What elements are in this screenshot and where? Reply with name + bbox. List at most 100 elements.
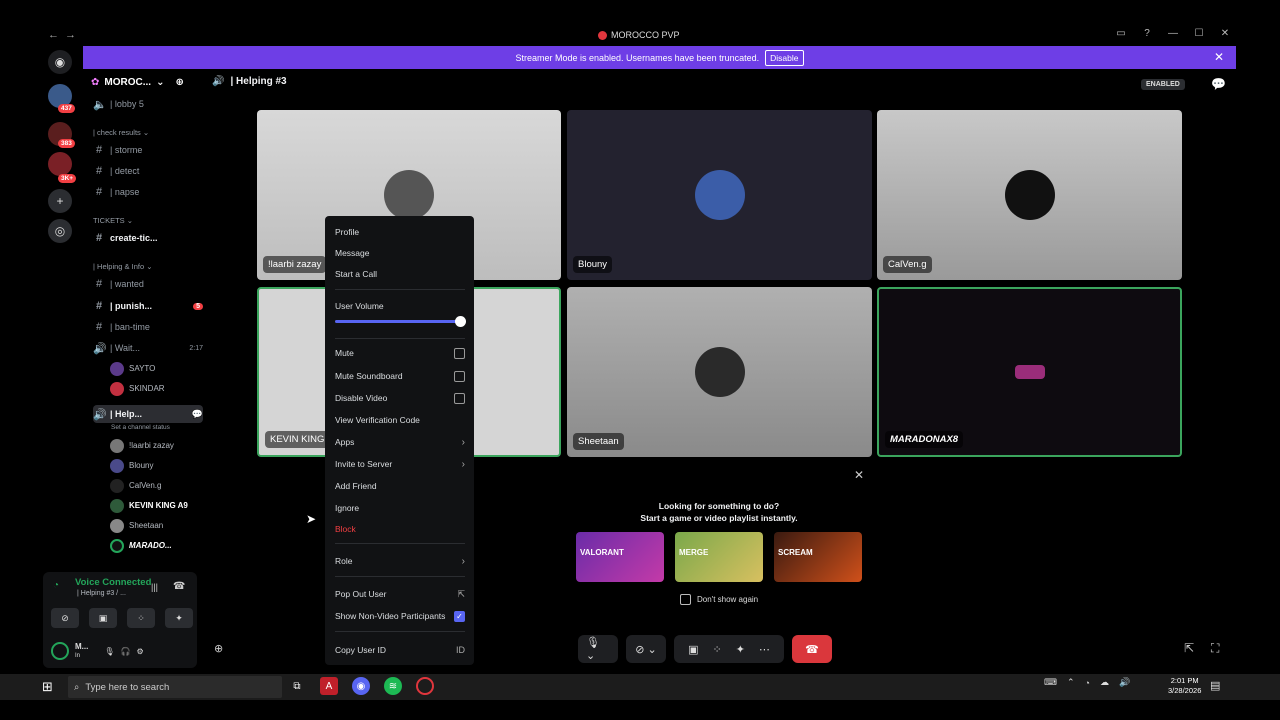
menu-item-verification-code[interactable]: View Verification Code (335, 411, 465, 429)
disconnect-icon[interactable]: ☎ (173, 581, 185, 592)
headphones-icon[interactable]: 🎧 (121, 647, 131, 656)
menu-item-role[interactable]: Role › (335, 552, 465, 570)
channel-create-ticket[interactable]: # create-tic... (93, 229, 203, 247)
close-icon[interactable]: ✕ (854, 468, 864, 482)
menu-item-apps[interactable]: Apps › (335, 433, 465, 451)
voice-user[interactable]: CalVen.g (110, 477, 161, 494)
soundboard-icon[interactable]: ✦ (736, 643, 745, 656)
inbox-icon[interactable]: ▭ (1114, 28, 1128, 39)
add-server-icon[interactable]: + (48, 189, 72, 213)
category-check-results[interactable]: | check results ⌄ (93, 128, 149, 137)
menu-item-ignore[interactable]: Ignore (335, 499, 465, 517)
settings-gear-icon[interactable]: ⚙ (136, 647, 143, 656)
menu-item-invite[interactable]: Invite to Server › (335, 455, 465, 473)
menu-item-message[interactable]: Message (335, 244, 465, 262)
voice-user[interactable]: Sheetaan (110, 517, 163, 534)
activity-card[interactable]: VALORANT (576, 532, 664, 582)
voice-user[interactable]: SKINDAR (110, 380, 165, 397)
discover-icon[interactable]: ◎ (48, 219, 72, 243)
keyboard-icon[interactable]: ⌨ (1044, 677, 1057, 688)
activities-icon[interactable]: ⁘ (127, 608, 155, 628)
volume-slider-knob[interactable] (455, 316, 466, 327)
menu-item-mute[interactable]: Mute (335, 344, 465, 362)
more-icon[interactable]: ⋯ (759, 643, 770, 656)
menu-item-profile[interactable]: Profile (335, 223, 465, 241)
discord-icon[interactable]: ◉ (352, 677, 370, 695)
channel-ban-time[interactable]: # | ban-time (93, 318, 203, 336)
menu-item-disable-video[interactable]: Disable Video (335, 389, 465, 407)
voice-user[interactable]: SAYTO (110, 360, 155, 377)
voice-user[interactable]: MARADO... (110, 537, 172, 554)
channel-napse[interactable]: # | napse (93, 183, 203, 201)
menu-item-pop-out-user[interactable]: Pop Out User ⇱ (335, 585, 465, 603)
menu-item-add-friend[interactable]: Add Friend (335, 477, 465, 495)
menu-item-mute-soundboard[interactable]: Mute Soundboard (335, 367, 465, 385)
channel-storme[interactable]: # | storme (93, 141, 203, 159)
disable-streamer-button[interactable]: Disable (765, 49, 804, 66)
channel-punish[interactable]: # | punish... 5 (93, 297, 203, 315)
clock[interactable]: 2:01 PM 3/28/2026 (1168, 676, 1201, 696)
video-tile[interactable]: Sheetaan (567, 287, 872, 457)
voice-channel-helping[interactable]: 🔊 | Help... 💬 (93, 405, 203, 423)
menu-item-copy-user-id[interactable]: Copy User ID ID (335, 641, 465, 659)
add-member-icon[interactable]: ⊕ (175, 77, 183, 88)
noise-suppression-icon[interactable]: ||| (151, 582, 158, 592)
voice-status[interactable]: Voice Connected (75, 577, 151, 588)
volume-icon[interactable]: 🔊 (1119, 677, 1130, 688)
avatar[interactable] (51, 642, 69, 660)
tray-app-icon[interactable]: ◔ (1085, 678, 1090, 688)
menu-item-block[interactable]: Block (335, 520, 465, 538)
voice-channel-lobby[interactable]: 🔈 | lobby 5 (93, 95, 203, 113)
video-tile[interactable]: CalVen.g (877, 110, 1182, 280)
discord-home-icon[interactable]: ◉ (48, 50, 72, 74)
chat-icon[interactable]: 💬 (1211, 77, 1226, 91)
camera-off-icon[interactable]: ⊘ (51, 608, 79, 628)
help-icon[interactable]: ? (1140, 28, 1154, 39)
activity-card[interactable]: SCREAM (774, 532, 862, 582)
voice-user[interactable]: Blouny (110, 457, 153, 474)
video-tile[interactable]: Blouny (567, 110, 872, 280)
maximize-icon[interactable]: ☐ (1192, 28, 1206, 39)
invite-icon[interactable]: ⊕ (214, 642, 223, 655)
close-window-icon[interactable]: ✕ (1218, 28, 1232, 39)
voice-user[interactable]: !laarbi zazay (110, 437, 174, 454)
soundboard-icon[interactable]: ✦ (165, 608, 193, 628)
user-info[interactable]: M... In (75, 642, 88, 660)
server-header[interactable]: ✿ MOROC... ⌄ ⊕ (91, 77, 203, 88)
pop-out-icon[interactable]: ⇱ (1184, 641, 1194, 655)
voice-channel-waiting[interactable]: 🔊 | Wait... 2:17 (93, 339, 203, 357)
menu-item-start-call[interactable]: Start a Call (335, 265, 465, 283)
screen-share-icon[interactable]: ▣ (688, 643, 698, 656)
chat-icon[interactable]: 💬 (192, 409, 203, 420)
back-arrow-icon[interactable]: ← (48, 29, 59, 41)
activities-icon[interactable]: ⁘ (712, 643, 721, 656)
volume-slider[interactable] (335, 320, 461, 323)
activity-card[interactable]: MERGE (675, 532, 763, 582)
notifications-icon[interactable]: ▤ (1210, 679, 1220, 692)
minimize-icon[interactable]: — (1166, 28, 1180, 39)
task-view-icon[interactable]: ⧉ (288, 677, 306, 695)
taskbar-search[interactable]: ⌕ Type here to search (68, 676, 282, 698)
app-icon[interactable] (416, 677, 434, 695)
voice-user[interactable]: KEVIN KING A9 (110, 497, 188, 514)
network-icon[interactable]: ☁ (1100, 677, 1109, 688)
close-banner-icon[interactable]: ✕ (1214, 50, 1224, 64)
spotify-icon[interactable]: ≋ (384, 677, 402, 695)
chevron-up-icon[interactable]: ⌃ (1067, 677, 1075, 688)
app-icon[interactable]: A (320, 677, 338, 695)
server-icon[interactable] (48, 152, 72, 176)
camera-button[interactable]: ⊘ ⌄ (626, 635, 666, 663)
category-helping-info[interactable]: | Helping & Info ⌄ (93, 262, 153, 271)
leave-call-button[interactable]: ☎ (792, 635, 832, 663)
fullscreen-icon[interactable]: ⛶ (1211, 641, 1219, 656)
microphone-icon[interactable]: 🎙 (104, 647, 114, 656)
windows-start-icon[interactable]: ⊞ (42, 679, 64, 695)
voice-channel-name[interactable]: | Helping #3 / ... (77, 590, 126, 597)
channel-wanted[interactable]: # | wanted (93, 275, 203, 293)
dont-show-again-checkbox[interactable]: Don't show again (680, 594, 758, 605)
channel-detect[interactable]: # | detect (93, 162, 203, 180)
channel-status[interactable]: Set a channel status (111, 424, 170, 431)
microphone-button[interactable]: 🎙 ⌄ (578, 635, 618, 663)
menu-item-show-non-video[interactable]: Show Non-Video Participants ✓ (335, 607, 465, 625)
video-tile[interactable]: MARADONAX8 (877, 287, 1182, 457)
